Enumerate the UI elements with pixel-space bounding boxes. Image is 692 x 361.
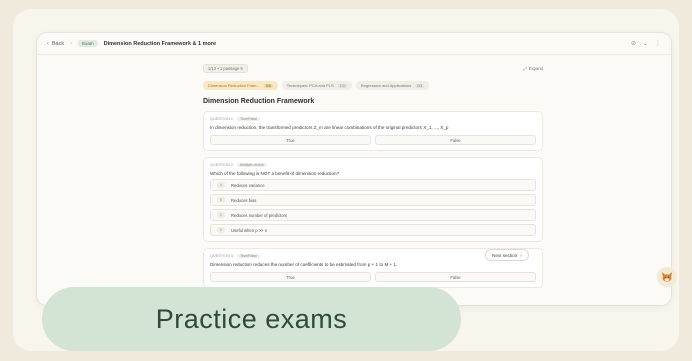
question-number: QUESTION 1 bbox=[210, 117, 233, 121]
question-type: Multiple choice bbox=[237, 163, 267, 167]
topbar-actions: ⊘ ⌄ ⋮ bbox=[631, 40, 661, 47]
expand-icon: ⤢ bbox=[523, 65, 527, 71]
false-button[interactable]: False bbox=[375, 272, 536, 282]
question-text: In dimension reduction, the transformed … bbox=[210, 125, 449, 130]
section-chips: Dimension Reduction Fram... 5/6 Techniqu… bbox=[203, 81, 543, 90]
answer-option-c[interactable]: C Reduces number of predictors bbox=[210, 209, 536, 221]
question-header: QUESTION 2 Multiple choice bbox=[210, 163, 536, 167]
fox-mascot-icon[interactable] bbox=[657, 267, 677, 287]
chip-label: Regression and Applications bbox=[360, 83, 412, 88]
option-letter: D bbox=[217, 227, 225, 233]
answer-option-b[interactable]: B Reduces bias bbox=[210, 194, 536, 206]
chip-count: 1/3 bbox=[337, 83, 347, 88]
back-label: Back bbox=[51, 40, 65, 47]
chevron-right-icon: › bbox=[520, 252, 522, 258]
option-text: Reduces variance bbox=[231, 182, 265, 188]
question-card-2: QUESTION 2 Multiple choice Which of the … bbox=[203, 157, 543, 242]
chip-count: 0/3 bbox=[415, 83, 425, 88]
next-section-button[interactable]: Next section › bbox=[485, 249, 529, 261]
feature-caption: Practice exams bbox=[42, 287, 461, 351]
option-text: Reduces number of predictors bbox=[231, 212, 288, 218]
app-window: ‹ Back › Exam Dimension Reduction Framew… bbox=[37, 33, 671, 305]
exam-badge: Exam bbox=[78, 40, 98, 47]
question-header: QUESTION 1 True/False bbox=[210, 117, 536, 121]
chevron-left-icon: ‹ bbox=[47, 40, 49, 47]
question-type: True/False bbox=[237, 117, 261, 121]
next-section-label: Next section bbox=[492, 252, 518, 258]
true-button[interactable]: True bbox=[210, 135, 371, 145]
page-title: Dimension Reduction Framework & 1 more bbox=[103, 40, 217, 47]
expand-label: Expand bbox=[528, 65, 543, 71]
chip-section-1[interactable]: Dimension Reduction Fram... 5/6 bbox=[203, 81, 278, 90]
exam-toolbar: 1/12 • 1 passage 9 ⤢ Expand bbox=[203, 63, 543, 73]
expand-button[interactable]: ⤢ Expand bbox=[523, 66, 543, 71]
back-button[interactable]: ‹ Back bbox=[47, 41, 64, 47]
more-icon[interactable]: ⋮ bbox=[655, 40, 661, 47]
question-pager[interactable]: 1/12 • 1 passage 9 bbox=[203, 63, 248, 73]
option-letter: B bbox=[217, 197, 225, 203]
question-card-1: QUESTION 1 True/False In dimension reduc… bbox=[203, 111, 543, 151]
chevron-down-icon[interactable]: ⌄ bbox=[643, 40, 648, 47]
top-bar: ‹ Back › Exam Dimension Reduction Framew… bbox=[37, 33, 671, 55]
false-button[interactable]: False bbox=[375, 135, 536, 145]
question-number: QUESTION 3 bbox=[210, 254, 233, 258]
question-text: Which of the following is NOT a benefit … bbox=[210, 171, 340, 176]
true-false-options: True False bbox=[210, 272, 536, 282]
chip-label: Techniques: PCA and PLS bbox=[286, 83, 334, 88]
option-text: Reduces bias bbox=[231, 197, 257, 203]
question-type: True/False bbox=[237, 254, 261, 258]
question-text: Dimension reduction reduces the number o… bbox=[210, 262, 398, 267]
true-button[interactable]: True bbox=[210, 272, 371, 282]
option-letter: C bbox=[217, 212, 225, 218]
chip-label: Dimension Reduction Fram... bbox=[208, 83, 260, 88]
chip-section-2[interactable]: Techniques: PCA and PLS 1/3 bbox=[281, 81, 352, 90]
link-icon[interactable]: ⊘ bbox=[631, 40, 636, 47]
fox-face-icon bbox=[662, 272, 672, 282]
chip-section-3[interactable]: Regression and Applications 0/3 bbox=[355, 81, 430, 90]
option-letter: A bbox=[217, 182, 225, 188]
answer-option-a[interactable]: A Reduces variance bbox=[210, 179, 536, 191]
question-number: QUESTION 2 bbox=[210, 163, 233, 167]
breadcrumb-separator: › bbox=[70, 40, 73, 47]
option-text: Useful when p >> n bbox=[231, 227, 268, 233]
answer-option-d[interactable]: D Useful when p >> n bbox=[210, 224, 536, 236]
section-title: Dimension Reduction Framework bbox=[203, 98, 315, 105]
true-false-options: True False bbox=[210, 135, 536, 145]
chip-count: 5/6 bbox=[263, 83, 273, 88]
caption-text: Practice exams bbox=[155, 303, 348, 334]
